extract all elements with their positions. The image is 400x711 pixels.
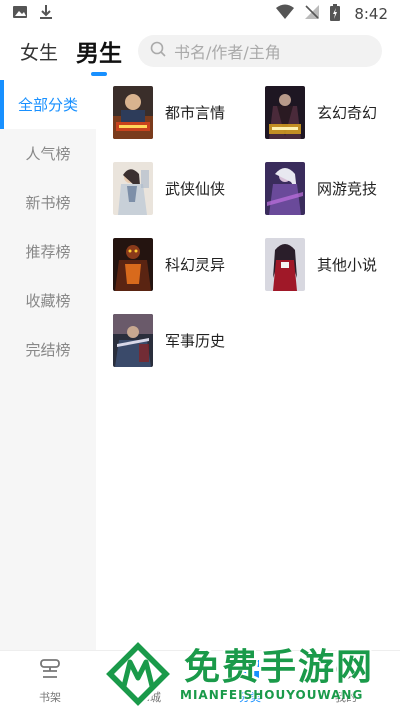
image-notification-icon <box>12 4 28 24</box>
categories-icon <box>238 657 262 685</box>
book-cover-image <box>265 86 305 139</box>
category-military-history[interactable]: 军事历史 <box>113 314 225 367</box>
book-cover-image <box>265 162 305 215</box>
status-time: 8:42 <box>354 5 388 23</box>
category-label: 其他小说 <box>317 256 378 274</box>
sidebar-item-recommended[interactable]: 推荐榜 <box>0 227 96 276</box>
sidebar-item-new-books[interactable]: 新书榜 <box>0 178 96 227</box>
tab-female[interactable]: 女生 <box>20 38 58 65</box>
nav-categories[interactable]: 分类 <box>220 657 280 705</box>
nav-label: 我的 <box>335 691 357 704</box>
category-martial-arts[interactable]: 武侠仙侠 <box>113 162 225 215</box>
nav-bookstore[interactable]: 书城 <box>120 657 180 705</box>
category-urban-romance[interactable]: 都市言情 <box>113 86 225 139</box>
sidebar-item-all-categories[interactable]: 全部分类 <box>0 80 96 129</box>
category-sidebar: 全部分类 人气榜 新书榜 推荐榜 收藏榜 完结榜 <box>0 80 96 650</box>
sidebar-item-popular[interactable]: 人气榜 <box>0 129 96 178</box>
tab-male[interactable]: 男生 <box>76 34 122 68</box>
bookshelf-icon <box>38 657 62 685</box>
status-bar: 8:42 <box>0 0 400 28</box>
nav-label: 书架 <box>39 691 61 704</box>
bookstore-icon <box>138 657 162 685</box>
no-signal-icon <box>304 4 320 24</box>
book-cover-image <box>113 314 153 367</box>
nav-bookshelf[interactable]: 书架 <box>20 657 80 705</box>
sidebar-item-completed[interactable]: 完结榜 <box>0 325 96 374</box>
category-fantasy[interactable]: 玄幻奇幻 <box>265 86 377 139</box>
category-other-novels[interactable]: 其他小说 <box>265 238 377 291</box>
book-cover-image <box>265 238 305 291</box>
sidebar-item-favorites[interactable]: 收藏榜 <box>0 276 96 325</box>
search-icon <box>150 41 166 61</box>
top-header: 女生 男生 书名/作者/主角 <box>0 28 400 74</box>
bottom-navigation: 书架 书城 分类 我的 <box>0 650 400 711</box>
category-label: 军事历史 <box>165 332 226 350</box>
search-placeholder: 书名/作者/主角 <box>174 43 281 62</box>
wifi-icon <box>276 4 295 24</box>
category-label: 玄幻奇幻 <box>317 104 378 122</box>
category-label: 网游竞技 <box>317 180 378 198</box>
book-cover-image <box>113 238 153 291</box>
category-label: 都市言情 <box>165 104 226 122</box>
category-label: 武侠仙侠 <box>165 180 226 198</box>
nav-label: 分类 <box>239 691 261 704</box>
nav-label: 书城 <box>139 691 161 704</box>
download-notification-icon <box>38 4 54 24</box>
app-screen: 8:42 女生 男生 书名/作者/主角 全部分类 人气榜 新书榜 推荐榜 收藏榜… <box>0 0 400 711</box>
category-label: 科幻灵异 <box>165 256 226 274</box>
category-scifi-supernatural[interactable]: 科幻灵异 <box>113 238 225 291</box>
battery-charging-icon <box>330 3 341 25</box>
profile-icon <box>334 657 358 685</box>
book-cover-image <box>113 86 153 139</box>
nav-profile[interactable]: 我的 <box>316 657 376 705</box>
category-online-games[interactable]: 网游竞技 <box>265 162 377 215</box>
search-bar[interactable]: 书名/作者/主角 <box>138 35 382 67</box>
book-cover-image <box>113 162 153 215</box>
